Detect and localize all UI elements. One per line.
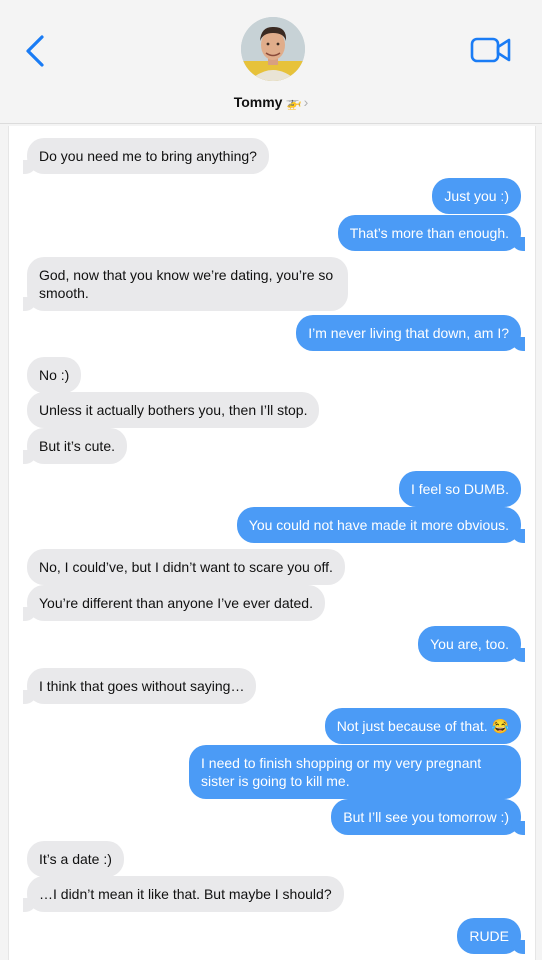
- outgoing-message[interactable]: You could not have made it more obvious.: [236, 507, 526, 543]
- outgoing-message[interactable]: RUDE: [457, 918, 525, 954]
- incoming-message[interactable]: God, now that you know we’re dating, you…: [23, 257, 348, 311]
- outgoing-message[interactable]: I’m never living that down, am I?: [296, 315, 525, 351]
- outgoing-message[interactable]: I need to finish shopping or my very pre…: [189, 745, 521, 799]
- outgoing-message[interactable]: Just you :): [432, 178, 521, 214]
- outgoing-message[interactable]: You are, too.: [418, 626, 525, 662]
- incoming-message[interactable]: Unless it actually bothers you, then I’l…: [27, 392, 320, 428]
- chevron-right-icon: ›: [303, 94, 309, 110]
- video-call-icon[interactable]: [470, 36, 512, 64]
- incoming-message[interactable]: …I didn’t mean it like that. But maybe I…: [23, 876, 344, 912]
- incoming-message[interactable]: You’re different than anyone I’ve ever d…: [23, 585, 325, 621]
- back-chevron-icon[interactable]: [24, 34, 46, 68]
- outgoing-message[interactable]: Not just because of that. 😂: [324, 708, 521, 744]
- incoming-message[interactable]: No, I could’ve, but I didn’t want to sca…: [27, 549, 345, 585]
- contact-name: Tommy: [233, 94, 283, 110]
- conversation-header: Tommy 🚁 ›: [0, 0, 542, 124]
- outgoing-message[interactable]: I feel so DUMB.: [398, 471, 521, 507]
- incoming-message[interactable]: I think that goes without saying…: [22, 668, 257, 704]
- contact-avatar[interactable]: [241, 17, 305, 81]
- incoming-message[interactable]: No :): [27, 357, 82, 393]
- helicopter-emoji-icon: 🚁: [285, 95, 302, 110]
- message-thread[interactable]: Do you need me to bring anything? Just y…: [8, 126, 536, 960]
- incoming-message[interactable]: It’s a date :): [27, 841, 124, 877]
- outgoing-message[interactable]: But I’ll see you tomorrow :): [331, 799, 525, 835]
- outgoing-message[interactable]: That’s more than enough.: [337, 215, 526, 251]
- contact-name-row[interactable]: Tommy 🚁 ›: [0, 94, 542, 111]
- incoming-message[interactable]: But it’s cute.: [22, 428, 128, 464]
- incoming-message[interactable]: Do you need me to bring anything?: [23, 138, 269, 174]
